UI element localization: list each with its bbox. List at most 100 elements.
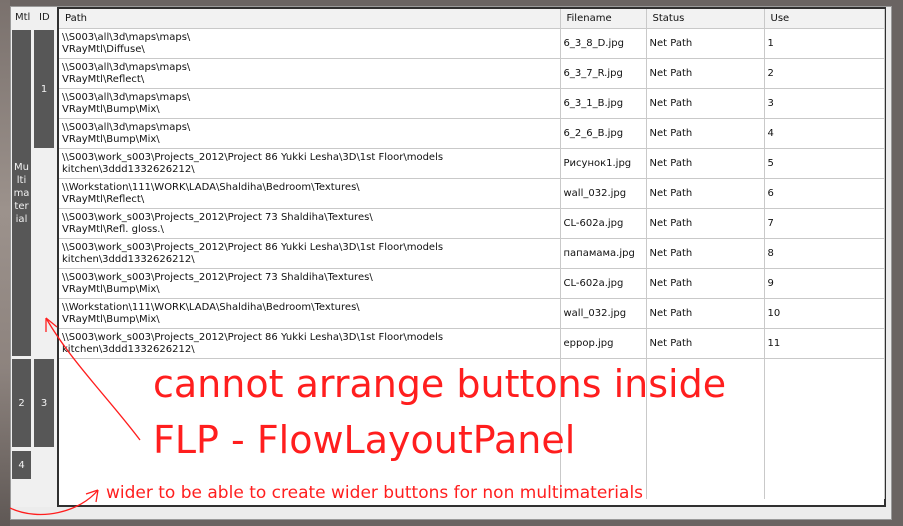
filename-cell: 6_3_7_R.jpg (560, 58, 647, 89)
table-row[interactable]: \\S003\work_s003\Projects_2012\Project 7… (59, 208, 885, 239)
material-button-label: 2 (18, 397, 25, 409)
table-row[interactable]: \\S003\work_s003\Projects_2012\Project 8… (59, 328, 885, 359)
status-cell: Net Path (646, 88, 765, 119)
filename-cell: eppop.jpg (560, 328, 647, 359)
path-line-1: \\S003\work_s003\Projects_2012\Project 7… (62, 271, 373, 283)
path-line-2: VRayMtl\Diffuse\ (62, 43, 145, 55)
use-cell: 10 (764, 298, 885, 329)
use-cell: 1 (764, 28, 885, 59)
use-cell: 4 (764, 118, 885, 149)
path-cell: \\S003\work_s003\Projects_2012\Project 8… (59, 148, 561, 179)
multimaterial-label-line: lti (16, 174, 27, 186)
path-line-2: VRayMtl\Bump\Mix\ (62, 133, 160, 145)
status-cell: Net Path (646, 58, 765, 89)
path-cell: \\S003\work_s003\Projects_2012\Project 8… (59, 238, 561, 269)
use-cell: 5 (764, 148, 885, 179)
path-line-2: kitchen\3ddd1332626212\ (62, 343, 195, 355)
table-row[interactable]: \\S003\all\3d\maps\maps\ VRayMtl\Reflect\… (59, 58, 885, 89)
material-button-2[interactable]: 2 (12, 359, 31, 447)
mtl-column-header: Mtl (15, 12, 31, 23)
status-cell: Net Path (646, 118, 765, 149)
path-line-2: VRayMtl\Refl. gloss.\ (62, 223, 164, 235)
path-line-1: \\S003\work_s003\Projects_2012\Project 8… (62, 241, 444, 253)
filename-cell: CL-602a.jpg (560, 268, 647, 299)
material-button-label: 4 (18, 459, 25, 471)
annotation-line-1: cannot arrange buttons inside (153, 362, 727, 406)
multimaterial-label-line: ma (13, 187, 30, 199)
status-cell: Net Path (646, 268, 765, 299)
path-line-2: kitchen\3ddd1332626212\ (62, 163, 195, 175)
path-line-2: VRayMtl\Bump\Mix\ (62, 283, 160, 295)
path-line-2: kitchen\3ddd1332626212\ (62, 253, 195, 265)
filename-cell: папамама.jpg (560, 238, 647, 269)
material-button-4[interactable]: 4 (12, 451, 31, 479)
filename-cell: 6_3_1_B.jpg (560, 88, 647, 119)
path-line-2: VRayMtl\Reflect\ (62, 73, 145, 85)
use-cell: 6 (764, 178, 885, 209)
path-cell: \\S003\all\3d\maps\maps\ VRayMtl\Bump\Mix… (59, 88, 561, 119)
column-header-path[interactable]: Path (59, 9, 561, 29)
path-line-1: \\S003\work_s003\Projects_2012\Project 8… (62, 331, 444, 343)
table-row[interactable]: \\S003\all\3d\maps\maps\ VRayMtl\Bump\Mix… (59, 88, 885, 119)
path-cell: \\S003\all\3d\maps\maps\ VRayMtl\Reflect\ (59, 58, 561, 89)
use-cell: 8 (764, 238, 885, 269)
path-line-1: \\Workstation\111\WORK\LADA\Shaldiha\Bed… (62, 301, 360, 313)
status-cell: Net Path (646, 178, 765, 209)
status-cell: Net Path (646, 298, 765, 329)
path-line-1: \\Workstation\111\WORK\LADA\Shaldiha\Bed… (62, 181, 360, 193)
status-cell: Net Path (646, 208, 765, 239)
path-line-1: \\S003\work_s003\Projects_2012\Project 7… (62, 211, 373, 223)
path-line-2: VRayMtl\Bump\Mix\ (62, 313, 160, 325)
filename-cell: 6_2_6_B.jpg (560, 118, 647, 149)
multimaterial-label-line: ter (14, 200, 29, 212)
id-column-header: ID (39, 12, 50, 23)
status-cell: Net Path (646, 148, 765, 179)
path-cell: \\Workstation\111\WORK\LADA\Shaldiha\Bed… (59, 178, 561, 209)
table-row[interactable]: \\S003\all\3d\maps\maps\ VRayMtl\Bump\Mix… (59, 118, 885, 149)
table-row[interactable]: \\S003\work_s003\Projects_2012\Project 8… (59, 238, 885, 269)
table-row[interactable]: \\S003\work_s003\Projects_2012\Project 7… (59, 268, 885, 299)
table-row[interactable]: \\Workstation\111\WORK\LADA\Shaldiha\Bed… (59, 178, 885, 209)
id-button-1[interactable]: 1 (34, 30, 54, 148)
table-header-row: Path Filename Status Use (59, 9, 885, 29)
material-id-panel: Mtl ID Mu lti ma ter ial 1 2 3 4 (11, 7, 57, 507)
id-button-3[interactable]: 3 (34, 359, 54, 447)
path-cell: \\S003\all\3d\maps\maps\ VRayMtl\Bump\Mix… (59, 118, 561, 149)
multimaterial-label-line: ial (15, 213, 28, 225)
status-cell: Net Path (646, 328, 765, 359)
filename-cell: 6_3_8_D.jpg (560, 28, 647, 59)
multimaterial-button[interactable]: Mu lti ma ter ial (12, 30, 31, 356)
annotation-note: wider to be able to create wider buttons… (106, 483, 644, 503)
column-header-status[interactable]: Status (646, 9, 765, 29)
table-row[interactable]: \\Workstation\111\WORK\LADA\Shaldiha\Bed… (59, 298, 885, 329)
use-cell: 9 (764, 268, 885, 299)
annotation-line-2: FLP - FlowLayoutPanel (153, 418, 576, 462)
use-cell: 3 (764, 88, 885, 119)
path-cell: \\S003\work_s003\Projects_2012\Project 8… (59, 328, 561, 359)
path-line-1: \\S003\all\3d\maps\maps\ (62, 121, 191, 133)
path-line-2: VRayMtl\Reflect\ (62, 193, 145, 205)
id-button-label: 3 (40, 397, 48, 409)
path-cell: \\S003\work_s003\Projects_2012\Project 7… (59, 268, 561, 299)
filename-cell: CL-602a.jpg (560, 208, 647, 239)
use-cell: 2 (764, 58, 885, 89)
status-cell: Net Path (646, 28, 765, 59)
use-cell: 7 (764, 208, 885, 239)
id-button-label: 1 (40, 83, 48, 95)
path-line-1: \\S003\all\3d\maps\maps\ (62, 61, 191, 73)
filename-cell: wall_032.jpg (560, 298, 647, 329)
table-row[interactable]: \\S003\work_s003\Projects_2012\Project 8… (59, 148, 885, 179)
filename-cell: Рисунок1.jpg (560, 148, 647, 179)
column-header-use[interactable]: Use (764, 9, 885, 29)
path-line-1: \\S003\all\3d\maps\maps\ (62, 31, 191, 43)
path-cell: \\S003\all\3d\maps\maps\ VRayMtl\Diffuse\ (59, 28, 561, 59)
multimaterial-label-line: Mu (14, 161, 29, 173)
background-strip (0, 0, 10, 526)
filename-cell: wall_032.jpg (560, 178, 647, 209)
status-cell: Net Path (646, 238, 765, 269)
use-cell: 11 (764, 328, 885, 359)
column-header-filename[interactable]: Filename (560, 9, 647, 29)
table-row[interactable]: \\S003\all\3d\maps\maps\ VRayMtl\Diffuse\… (59, 28, 885, 59)
path-line-2: VRayMtl\Bump\Mix\ (62, 103, 160, 115)
path-cell: \\S003\work_s003\Projects_2012\Project 7… (59, 208, 561, 239)
